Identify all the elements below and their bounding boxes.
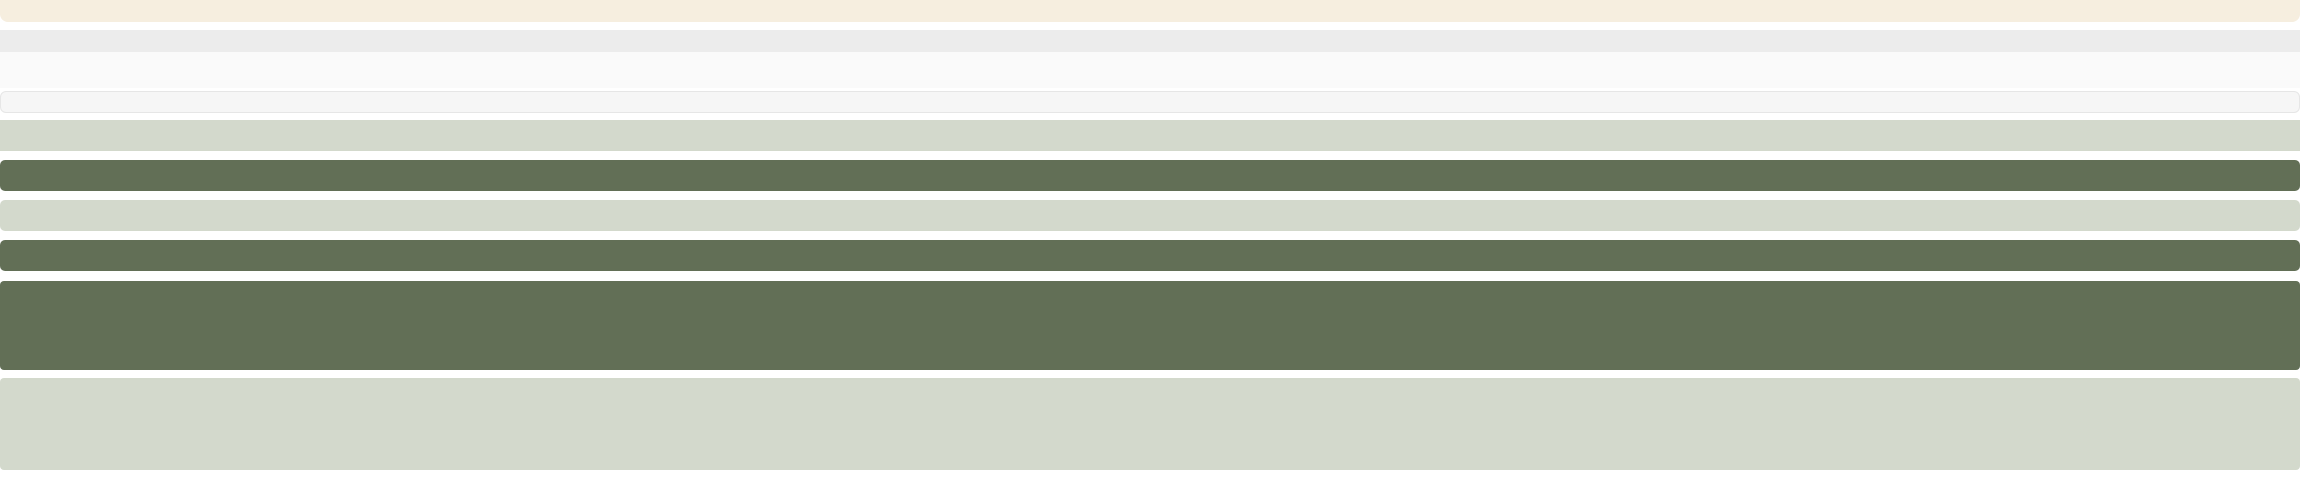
secondary-strip-light[interactable] bbox=[0, 200, 2300, 231]
featured-panel-dark bbox=[0, 281, 2300, 370]
primary-action-bar-2[interactable] bbox=[0, 240, 2300, 271]
search-field-bar[interactable] bbox=[0, 91, 2300, 113]
toolbar-strip bbox=[0, 30, 2300, 52]
top-banner-bar bbox=[0, 0, 2300, 22]
header-surface bbox=[0, 52, 2300, 88]
filter-strip-light bbox=[0, 120, 2300, 151]
content-panel-light bbox=[0, 378, 2300, 470]
primary-action-bar[interactable] bbox=[0, 160, 2300, 191]
